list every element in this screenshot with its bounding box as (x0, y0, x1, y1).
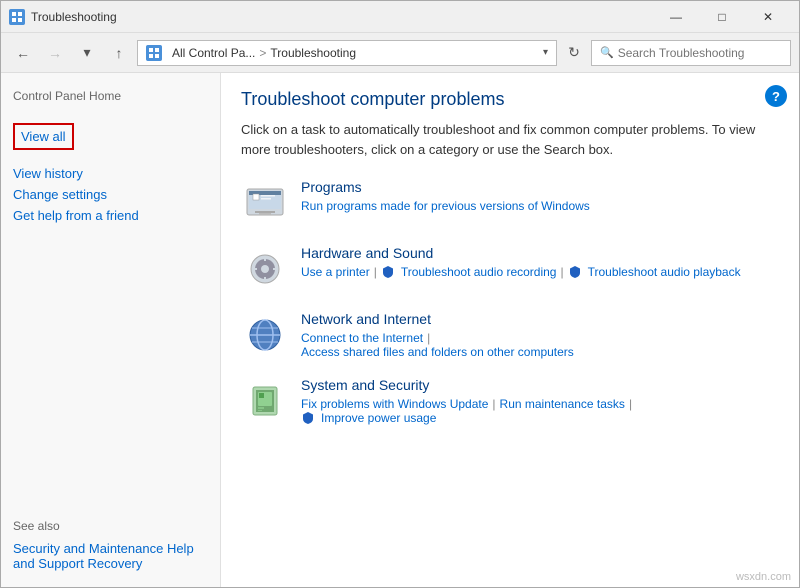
programs-icon (241, 179, 289, 227)
breadcrumb-separator: > (259, 46, 266, 60)
category-network: Network and Internet Connect to the Inte… (241, 311, 779, 359)
shield-audio-rec (381, 265, 397, 279)
network-link-shared[interactable]: Access shared files and folders on other… (301, 345, 574, 359)
category-hardware: Hardware and Sound Use a printer | Troub… (241, 245, 779, 293)
window-controls: — □ ✕ (653, 1, 791, 33)
sidebar: Control Panel Home View all View history… (1, 73, 221, 587)
hardware-link-audio-play[interactable]: Troubleshoot audio playback (588, 265, 741, 279)
network-link-connect[interactable]: Connect to the Internet (301, 331, 423, 345)
maximize-button[interactable]: □ (699, 1, 745, 33)
address-path[interactable]: All Control Pa... > Troubleshooting ▾ (137, 40, 557, 66)
programs-info: Programs Run programs made for previous … (301, 179, 779, 213)
network-links: Connect to the Internet | (301, 331, 779, 345)
address-dropdown-icon[interactable]: ▾ (543, 47, 548, 58)
sidebar-home-label: Control Panel Home (13, 89, 208, 103)
programs-link-1[interactable]: Run programs made for previous versions … (301, 199, 590, 213)
system-link-maintenance[interactable]: Run maintenance tasks (500, 397, 625, 411)
system-link-windows-update[interactable]: Fix problems with Windows Update (301, 397, 488, 411)
system-icon (241, 377, 289, 425)
sidebar-security[interactable]: Security and Maintenance (13, 541, 163, 556)
path-icon (146, 45, 162, 61)
hardware-links: Use a printer | Troubleshoot audio recor… (301, 265, 779, 279)
forward-button[interactable]: → (41, 39, 69, 67)
page-title: Troubleshoot computer problems (241, 89, 779, 110)
title-bar: Troubleshooting — □ ✕ (1, 1, 799, 33)
minimize-button[interactable]: — (653, 1, 699, 33)
watermark: wsxdn.com (736, 571, 791, 583)
hardware-title[interactable]: Hardware and Sound (301, 245, 779, 261)
shield-power (301, 411, 317, 425)
system-title[interactable]: System and Security (301, 377, 779, 393)
hardware-link-audio-rec[interactable]: Troubleshoot audio recording (401, 265, 557, 279)
help-button[interactable]: ? (765, 85, 787, 107)
back-button[interactable]: ← (9, 39, 37, 67)
recent-pages-button[interactable]: ▾ (73, 39, 101, 67)
hardware-icon (241, 245, 289, 293)
search-icon: 🔍 (600, 46, 614, 59)
see-also-label: See also (13, 519, 208, 533)
search-box: 🔍 (591, 40, 791, 66)
close-button[interactable]: ✕ (745, 1, 791, 33)
main-layout: Control Panel Home View all View history… (1, 73, 799, 587)
category-system: System and Security Fix problems with Wi… (241, 377, 779, 425)
search-input[interactable] (618, 46, 782, 60)
sidebar-view-all[interactable]: View all (13, 123, 74, 150)
breadcrumb-current: Troubleshooting (270, 46, 356, 60)
system-links-2: Improve power usage (301, 411, 779, 425)
network-icon (241, 311, 289, 359)
sidebar-change-settings[interactable]: Change settings (13, 187, 208, 202)
page-description: Click on a task to automatically trouble… (241, 120, 779, 159)
system-info: System and Security Fix problems with Wi… (301, 377, 779, 425)
app-icon (9, 9, 25, 25)
sidebar-recovery[interactable]: Recovery (87, 556, 142, 571)
sidebar-see-also: See also Security and Maintenance Help a… (13, 503, 208, 571)
system-links: Fix problems with Windows Update | Run m… (301, 397, 779, 411)
shield-audio-play (568, 265, 584, 279)
programs-title[interactable]: Programs (301, 179, 779, 195)
category-programs: Programs Run programs made for previous … (241, 179, 779, 227)
network-info: Network and Internet Connect to the Inte… (301, 311, 779, 359)
hardware-link-printer[interactable]: Use a printer (301, 265, 370, 279)
system-link-power[interactable]: Improve power usage (321, 411, 436, 425)
refresh-button[interactable]: ↻ (561, 40, 587, 66)
up-button[interactable]: ↑ (105, 39, 133, 67)
sidebar-view-history[interactable]: View history (13, 166, 208, 181)
programs-links: Run programs made for previous versions … (301, 199, 779, 213)
hardware-info: Hardware and Sound Use a printer | Troub… (301, 245, 779, 279)
main-window: Troubleshooting — □ ✕ ← → ▾ ↑ All Contro… (0, 0, 800, 588)
breadcrumb-home[interactable]: All Control Pa... (172, 46, 255, 60)
window-title: Troubleshooting (31, 10, 653, 24)
sidebar-get-help[interactable]: Get help from a friend (13, 208, 208, 223)
network-title[interactable]: Network and Internet (301, 311, 779, 327)
network-links-2: Access shared files and folders on other… (301, 345, 779, 359)
address-bar: ← → ▾ ↑ All Control Pa... > Troubleshoot… (1, 33, 799, 73)
content-area: ? Troubleshoot computer problems Click o… (221, 73, 799, 587)
